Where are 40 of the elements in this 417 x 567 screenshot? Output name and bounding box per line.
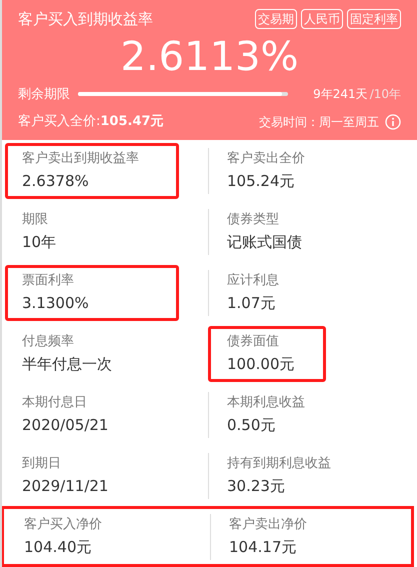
tag: 人民币: [301, 9, 343, 30]
total-term: /10年: [370, 86, 401, 104]
field-label: 客户买入净价: [24, 516, 102, 534]
field-label: 到期日: [22, 454, 62, 472]
field-value: 记账式国债: [227, 232, 302, 252]
field-value: 104.40元: [24, 536, 92, 558]
field-value: 0.50元: [227, 414, 276, 436]
field-label: 票面利率: [22, 272, 75, 290]
field-label: 客户卖出净价: [229, 516, 307, 534]
field-value: 30.23元: [227, 476, 286, 496]
field-value: 10年: [22, 232, 56, 252]
field-value: 100.00元: [227, 354, 296, 374]
yield-rate: 2.6113%: [120, 32, 298, 82]
field-value: 2.6378%: [22, 170, 90, 192]
field-value: 2029/11/21: [22, 476, 108, 496]
field-label: 客户卖出全价: [227, 150, 305, 168]
field-label: 债券面值: [227, 332, 280, 350]
field-value: 104.17元: [229, 536, 298, 558]
remaining-label: 剩余期限: [18, 86, 70, 104]
trading-time: 交易时间：周一至周五: [259, 114, 379, 131]
field-label: 本期利息收益: [227, 394, 305, 412]
field-value: 半年付息一次: [22, 354, 112, 374]
field-label: 付息频率: [22, 332, 75, 350]
field-label: 应计利息: [227, 272, 279, 290]
remaining-value: 9年241天: [313, 86, 368, 104]
field-value: 3.1300%: [22, 292, 90, 314]
tag: 固定利率: [347, 9, 401, 30]
field-label: 期限: [22, 210, 49, 228]
field-label: 债券类型: [227, 210, 280, 228]
field-label: 持有到期利息收益: [227, 454, 331, 472]
field-value: 1.07元: [227, 292, 276, 314]
info-icon[interactable]: [385, 114, 401, 130]
yield-title: 客户买入到期收益率: [18, 9, 153, 30]
full-price-value: 105.47元: [100, 113, 164, 131]
field-label: 客户卖出到期收益率: [22, 150, 140, 168]
full-price-label: 客户买入全价:: [18, 113, 100, 131]
field-label: 本期付息日: [22, 394, 88, 412]
tag: 交易期: [255, 9, 297, 30]
field-value: 105.24元: [227, 170, 296, 192]
field-value: 2020/05/21: [22, 414, 108, 436]
